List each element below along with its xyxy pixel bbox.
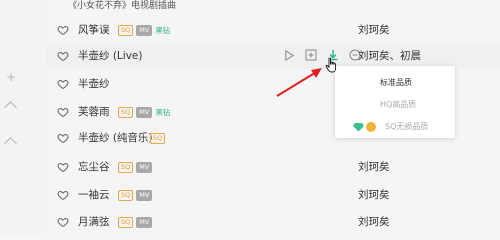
hand-cursor-icon (325, 57, 337, 73)
annotation-arrow-icon (276, 68, 322, 97)
